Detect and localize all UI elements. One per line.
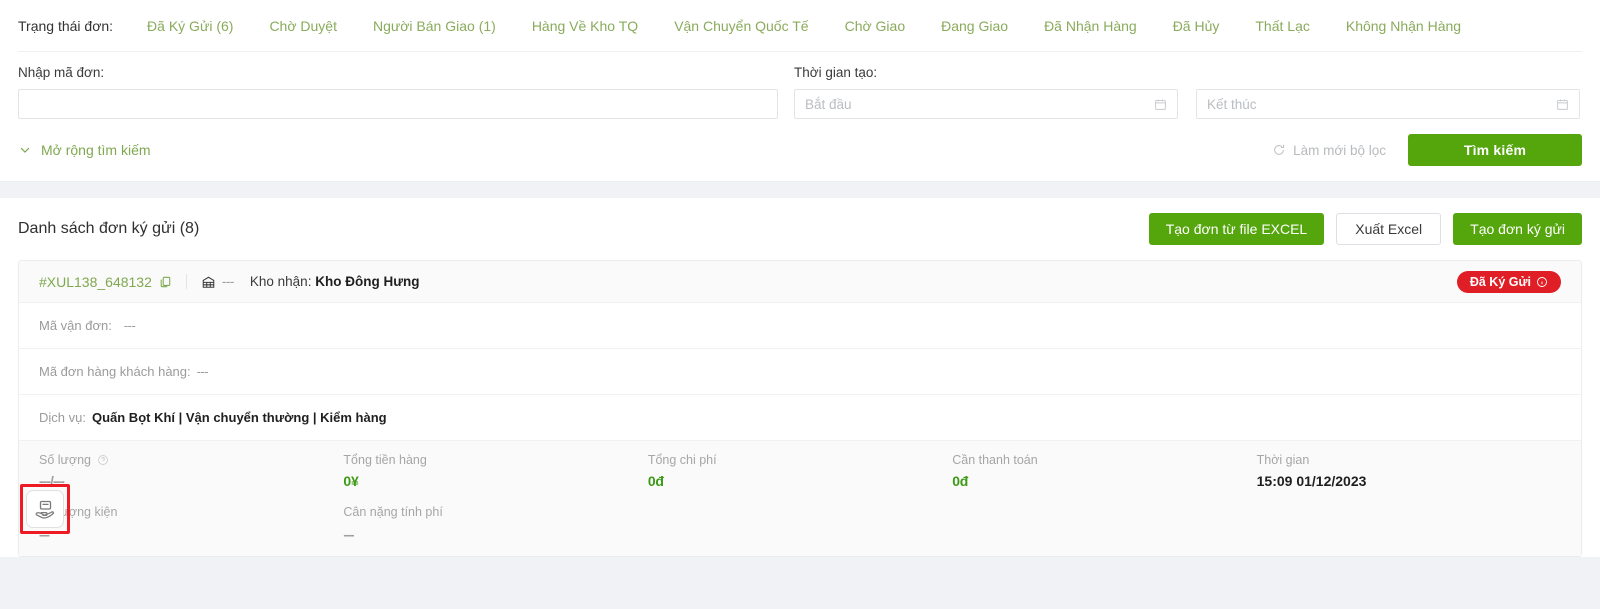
stat-to-pay: Cần thanh toán 0đ — [952, 453, 1256, 489]
customer-order-label: Mã đơn hàng khách hàng: — [39, 364, 191, 379]
create-from-excel-button[interactable]: Tạo đơn từ file EXCEL — [1148, 213, 1325, 245]
tab-that-lac[interactable]: Thất Lạc — [1237, 0, 1327, 52]
stat-total-goods: Tổng tiền hàng 0¥ Cân nặng tính phí --- — [343, 453, 647, 542]
calendar-icon — [1557, 98, 1568, 110]
section-gap — [0, 182, 1600, 198]
page-root: Trạng thái đơn: Đã Ký Gửi (6) Chờ Duyệt … — [0, 0, 1600, 609]
stat-time-label: Thời gian — [1256, 453, 1310, 467]
page-title: Danh sách đơn ký gửi (8) — [18, 220, 200, 237]
tab-cho-duyet[interactable]: Chờ Duyệt — [251, 0, 355, 52]
tab-dang-giao[interactable]: Đang Giao — [923, 0, 1026, 52]
tab-da-huy[interactable]: Đã Hủy — [1155, 0, 1238, 52]
service-label: Dịch vụ: — [39, 410, 86, 425]
stat-total-goods-label: Tổng tiền hàng — [343, 453, 427, 467]
status-tab-bar: Trạng thái đơn: Đã Ký Gửi (6) Chờ Duyệt … — [18, 0, 1582, 52]
stat-to-pay-value: 0đ — [952, 473, 969, 489]
stat-total-fee-value: 0đ — [647, 473, 664, 489]
tab-nguoi-ban-giao[interactable]: Người Bán Giao (1) — [355, 0, 514, 52]
export-excel-button[interactable]: Xuất Excel — [1336, 213, 1442, 245]
stat-to-pay-top: Cần thanh toán — [952, 453, 1256, 467]
order-code-group: Nhập mã đơn: — [18, 64, 778, 119]
warehouse-receive: Kho nhận: Kho Đông Hưng — [250, 274, 420, 289]
order-code-label: Nhập mã đơn: — [18, 65, 105, 80]
tracking-label: Mã vận đơn: — [39, 318, 112, 333]
expand-search-label: Mở rộng tìm kiếm — [41, 142, 151, 158]
stat-quantity: Số lượng ---/--- Số lượng kiện --- — [39, 453, 343, 542]
service-value: Quấn Bọt Khí | Vận chuyển thường | Kiểm … — [91, 410, 387, 425]
order-card[interactable]: #XUL138_648132 --- Kho nhận: Kho Đông Hư… — [18, 260, 1582, 557]
reset-filter-button[interactable]: Làm mới bộ lọc — [1272, 143, 1386, 158]
stat-time: Thời gian 15:09 01/12/2023 — [1257, 453, 1561, 489]
refresh-icon — [1274, 144, 1285, 155]
date-to-placeholder: Kết thúc — [1207, 96, 1257, 112]
stat-total-goods-value: 0¥ — [343, 473, 359, 489]
order-stats-row: Số lượng ---/--- Số lượng kiện --- Tổng … — [19, 441, 1581, 556]
tab-cho-giao[interactable]: Chờ Giao — [827, 0, 924, 52]
info-circle-icon[interactable] — [97, 454, 109, 466]
stat-total-fee-label: Tổng chi phí — [647, 453, 717, 467]
reset-filter-label: Làm mới bộ lọc — [1293, 142, 1386, 158]
order-code-input[interactable] — [18, 89, 778, 119]
status-tabs: Đã Ký Gửi (6) Chờ Duyệt Người Bán Giao (… — [129, 0, 1479, 52]
stat-quantity-label: Số lượng — [39, 453, 92, 467]
stat-chargeable-weight-value: --- — [343, 527, 354, 542]
date-from-placeholder: Bắt đầu — [805, 96, 852, 112]
list-header: Danh sách đơn ký gửi (8) Tạo đơn từ file… — [18, 198, 1582, 260]
date-to-input[interactable]: Kết thúc — [1196, 89, 1580, 119]
header-divider — [185, 274, 187, 289]
order-card-header: #XUL138_648132 --- Kho nhận: Kho Đông Hư… — [19, 261, 1581, 303]
stat-quantity-sub-label: Số lượng kiện — [39, 505, 118, 519]
stat-to-pay-label: Cần thanh toán — [952, 453, 1038, 467]
warehouse-label: Kho nhận: — [249, 274, 312, 289]
order-id[interactable]: #XUL138_648132 — [39, 274, 152, 290]
list-action-buttons: Tạo đơn từ file EXCEL Xuất Excel Tạo đơn… — [1148, 213, 1582, 245]
service-row: Dịch vụ: Quấn Bọt Khí | Vận chuyển thườn… — [19, 395, 1581, 441]
date-range-inputs: Bắt đầu Kết thúc — [794, 89, 1580, 119]
stat-total-fee: Tổng chi phí 0đ — [648, 453, 952, 489]
status-badge[interactable]: Đã Ký Gửi — [1456, 270, 1561, 293]
package-in-hand-icon — [35, 500, 55, 519]
tracking-row: Mã vận đơn: --- — [19, 303, 1581, 349]
expand-search-toggle[interactable]: Mở rộng tìm kiếm — [18, 142, 151, 158]
filter-actions: Làm mới bộ lọc Tìm kiếm — [1272, 134, 1582, 166]
order-list-section: Danh sách đơn ký gửi (8) Tạo đơn từ file… — [0, 198, 1600, 557]
warehouse-icon — [202, 276, 215, 288]
stat-chargeable-weight-label: Cân nặng tính phí — [343, 505, 443, 519]
order-card-header-left: #XUL138_648132 --- Kho nhận: Kho Đông Hư… — [39, 274, 419, 290]
warehouse-value: Kho Đông Hưng — [315, 274, 420, 289]
chevron-down-icon — [20, 147, 30, 153]
create-order-button[interactable]: Tạo đơn ký gửi — [1453, 213, 1582, 245]
created-time-group: Thời gian tạo: Bắt đầu Kết thúc — [794, 64, 1580, 119]
copy-icon[interactable] — [159, 275, 172, 289]
tab-da-ky-gui[interactable]: Đã Ký Gửi (6) — [129, 0, 251, 52]
stat-time-top: Thời gian — [1257, 453, 1561, 467]
tab-hang-ve-kho-tq[interactable]: Hàng Về Kho TQ — [514, 0, 656, 52]
tracking-value: --- — [123, 318, 136, 333]
customer-order-row: Mã đơn hàng khách hàng: --- — [19, 349, 1581, 395]
created-time-label: Thời gian tạo: — [794, 65, 878, 80]
tab-da-nhan-hang[interactable]: Đã Nhận Hàng — [1026, 0, 1155, 52]
status-filter-label: Trạng thái đơn: — [18, 17, 114, 34]
filter-panel: Trạng thái đơn: Đã Ký Gửi (6) Chờ Duyệt … — [0, 0, 1600, 182]
status-badge-label: Đã Ký Gửi — [1469, 274, 1531, 289]
tab-khong-nhan-hang[interactable]: Không Nhận Hàng — [1328, 0, 1479, 52]
stat-total-goods-top: Tổng tiền hàng — [343, 453, 647, 467]
info-circle-icon — [1537, 276, 1547, 287]
stat-quantity-sub-value: --- — [39, 527, 50, 542]
stat-quantity-value: ---/--- — [39, 473, 65, 489]
stat-quantity-top: Số lượng — [39, 453, 343, 467]
calendar-icon — [1155, 98, 1166, 110]
expand-search-row: Mở rộng tìm kiếm Làm mới bộ lọc Tìm kiếm — [18, 119, 1582, 181]
search-button[interactable]: Tìm kiếm — [1408, 134, 1582, 166]
tab-van-chuyen-quoc-te[interactable]: Vận Chuyển Quốc Tế — [656, 0, 826, 52]
package-in-hand-button[interactable] — [26, 490, 64, 528]
stat-time-value: 15:09 01/12/2023 — [1256, 473, 1367, 489]
header-dash-value: --- — [221, 274, 235, 289]
filter-fields-row: Nhập mã đơn: Thời gian tạo: Bắt đầu Kết … — [18, 52, 1582, 119]
date-from-input[interactable]: Bắt đầu — [794, 89, 1178, 119]
stat-total-fee-top: Tổng chi phí — [648, 453, 952, 467]
customer-order-value: --- — [196, 364, 209, 379]
